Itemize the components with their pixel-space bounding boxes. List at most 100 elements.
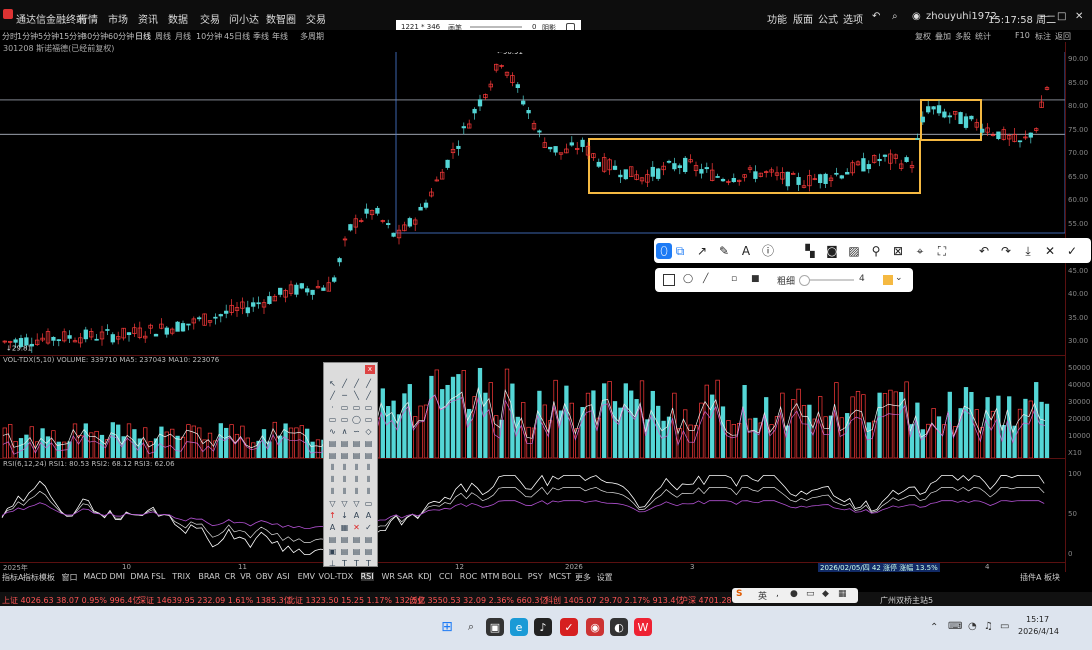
rsi-chart[interactable] <box>0 468 1065 562</box>
tdx-app-icon[interactable]: ✓ <box>560 618 578 636</box>
draw-tool-icon[interactable]: ↓ <box>340 511 349 520</box>
indicator-tab[interactable]: RSI <box>360 572 374 581</box>
draw-tool-icon[interactable]: ▤ <box>364 439 373 448</box>
rect-shape-icon[interactable] <box>663 274 675 286</box>
undo-icon[interactable]: ↶ <box>976 243 992 259</box>
edge-icon[interactable]: e <box>510 618 528 636</box>
draw-tool-icon[interactable]: ⫴ <box>364 463 373 472</box>
menu-wenxiaoda[interactable]: 问小达 <box>229 11 259 26</box>
browser-icon[interactable]: ◉ <box>586 618 604 636</box>
draw-tool-icon[interactable]: ╱ <box>364 379 373 388</box>
toolbox-close-icon[interactable]: x <box>365 365 375 374</box>
menu-xuanxiang[interactable]: 选项 <box>843 11 863 26</box>
search-icon[interactable]: ⌕ <box>892 11 898 22</box>
ime-lang[interactable]: 英 <box>758 589 767 602</box>
tool-fanhui[interactable]: 返回 <box>1055 31 1071 42</box>
menu-gongshi[interactable]: 公式 <box>818 11 838 26</box>
period-10min[interactable]: 10分钟 <box>196 31 222 42</box>
menu-banmian[interactable]: 版面 <box>793 11 813 26</box>
draw-tool-icon[interactable]: ◯ <box>352 415 361 424</box>
draw-tool-icon[interactable]: A <box>352 511 361 520</box>
draw-tool-icon[interactable]: ▤ <box>328 451 337 460</box>
back-icon[interactable]: ↶ <box>872 11 880 22</box>
draw-tool-icon[interactable]: ⊥ <box>328 559 337 568</box>
draw-tool-icon[interactable]: ▤ <box>352 547 361 556</box>
draw-tool-icon[interactable]: ╲ <box>352 391 361 400</box>
period-5min[interactable]: 5分钟 <box>38 31 59 42</box>
index-chuangye[interactable]: 创业 3550.53 32.09 2.36% 660.3亿 <box>409 595 547 606</box>
search-icon[interactable]: ⌕ <box>462 618 480 636</box>
task-view-icon[interactable]: ▣ <box>486 618 504 636</box>
indicator-tab[interactable]: 指标模板 <box>23 572 55 583</box>
wps-icon[interactable]: W <box>634 618 652 636</box>
draw-tool-icon[interactable]: ∿ <box>328 427 337 436</box>
indicator-tab[interactable]: OBV <box>256 572 273 581</box>
pin-icon[interactable]: ⬯ <box>656 243 672 259</box>
draw-tool-icon[interactable]: A <box>364 511 373 520</box>
draw-tool-icon[interactable]: ▤ <box>364 547 373 556</box>
cancel-icon[interactable]: ✕ <box>1042 243 1058 259</box>
draw-tool-icon[interactable]: T <box>352 559 361 568</box>
keyboard-icon[interactable]: ▭ <box>806 589 815 599</box>
mic-icon[interactable]: ● <box>790 589 798 599</box>
menu-hangqing[interactable]: 行情 <box>78 11 98 26</box>
menu-shuju[interactable]: 数据 <box>168 11 188 26</box>
number-icon[interactable]: ⓘ <box>760 243 776 259</box>
draw-tool-icon[interactable]: ▽ <box>328 499 337 508</box>
period-45day[interactable]: 45日线 <box>224 31 250 42</box>
draw-tool-icon[interactable]: ▤ <box>352 535 361 544</box>
draw-tool-icon[interactable]: ∽ <box>352 427 361 436</box>
draw-tool-icon[interactable]: ▤ <box>352 451 361 460</box>
draw-tool-icon[interactable]: A <box>328 523 337 532</box>
draw-tool-icon[interactable]: ⫴ <box>328 487 337 496</box>
draw-tool-icon[interactable]: ⫴ <box>328 463 337 472</box>
period-season[interactable]: 季线 <box>253 31 269 42</box>
text-icon[interactable]: A <box>738 243 754 259</box>
mosaic-icon[interactable]: ▚ <box>802 243 818 259</box>
solid-fill-icon[interactable]: ■ <box>751 274 760 284</box>
draw-tool-icon[interactable]: ▭ <box>352 403 361 412</box>
tray-chevron-icon[interactable]: ⌃ <box>930 622 938 633</box>
draw-tool-icon[interactable]: ╱ <box>364 391 373 400</box>
draw-tool-icon[interactable]: ▤ <box>364 451 373 460</box>
indicator-tab[interactable]: FSL <box>151 572 165 581</box>
index-shanghai[interactable]: 上证 4026.63 38.07 0.95% 996.4亿 <box>2 595 140 606</box>
period-30min[interactable]: 30分钟 <box>82 31 108 42</box>
draw-tool-icon[interactable]: ◇ <box>364 427 373 436</box>
draw-tool-icon[interactable]: ▤ <box>328 535 337 544</box>
index-shenzhen[interactable]: 深证 14639.95 232.09 1.61% 1385.3亿 <box>138 595 292 606</box>
draw-tool-icon[interactable]: ▤ <box>364 535 373 544</box>
indicator-tab[interactable]: BRAR <box>198 572 220 581</box>
username[interactable]: zhouyuhi1972 <box>926 11 997 22</box>
period-day[interactable]: 日线 <box>135 31 151 42</box>
outline-fill-icon[interactable]: ▫ <box>731 274 737 284</box>
tool-duogu[interactable]: 多股 <box>955 31 971 42</box>
indicator-tab[interactable]: MACD <box>83 572 107 581</box>
draw-tool-icon[interactable]: ▭ <box>364 403 373 412</box>
draw-tool-icon[interactable]: ▦ <box>340 523 349 532</box>
period-multi[interactable]: 多周期 <box>300 31 324 42</box>
period-fenshi[interactable]: 分时 <box>2 31 18 42</box>
indicator-tab-right[interactable]: 板块 <box>1044 572 1060 583</box>
indicator-tab[interactable]: MTM <box>481 572 500 581</box>
ime-toolbar[interactable]: S 英 , ● ▭ ◆ ▦ <box>732 588 858 603</box>
draw-tool-icon[interactable]: ▭ <box>364 499 373 508</box>
draw-tool-icon[interactable]: ⫴ <box>340 487 349 496</box>
price-chart[interactable]: ←90.91 ↓29.81 <box>0 52 1065 355</box>
draw-tool-icon[interactable]: ∧ <box>340 427 349 436</box>
redo-icon[interactable]: ↷ <box>998 243 1014 259</box>
tool-tongji[interactable]: 统计 <box>975 31 991 42</box>
arrow-icon[interactable]: ↗ <box>694 243 710 259</box>
indicator-tab[interactable]: TRIX <box>172 572 190 581</box>
indicator-tab[interactable]: PSY <box>528 572 543 581</box>
period-month[interactable]: 月线 <box>175 31 191 42</box>
draw-tool-icon[interactable]: ▽ <box>340 499 349 508</box>
fullscreen-icon[interactable]: ⛶ <box>934 243 950 259</box>
app-icon[interactable]: ♪ <box>534 618 552 636</box>
menu-shichang[interactable]: 市场 <box>108 11 128 26</box>
color-swatch[interactable] <box>883 275 893 285</box>
ime-punct-icon[interactable]: , <box>776 589 779 599</box>
draw-tool-icon[interactable]: ▭ <box>340 415 349 424</box>
draw-tool-icon[interactable]: ⫴ <box>352 463 361 472</box>
tool-biaozhu[interactable]: 标注 <box>1035 31 1051 42</box>
